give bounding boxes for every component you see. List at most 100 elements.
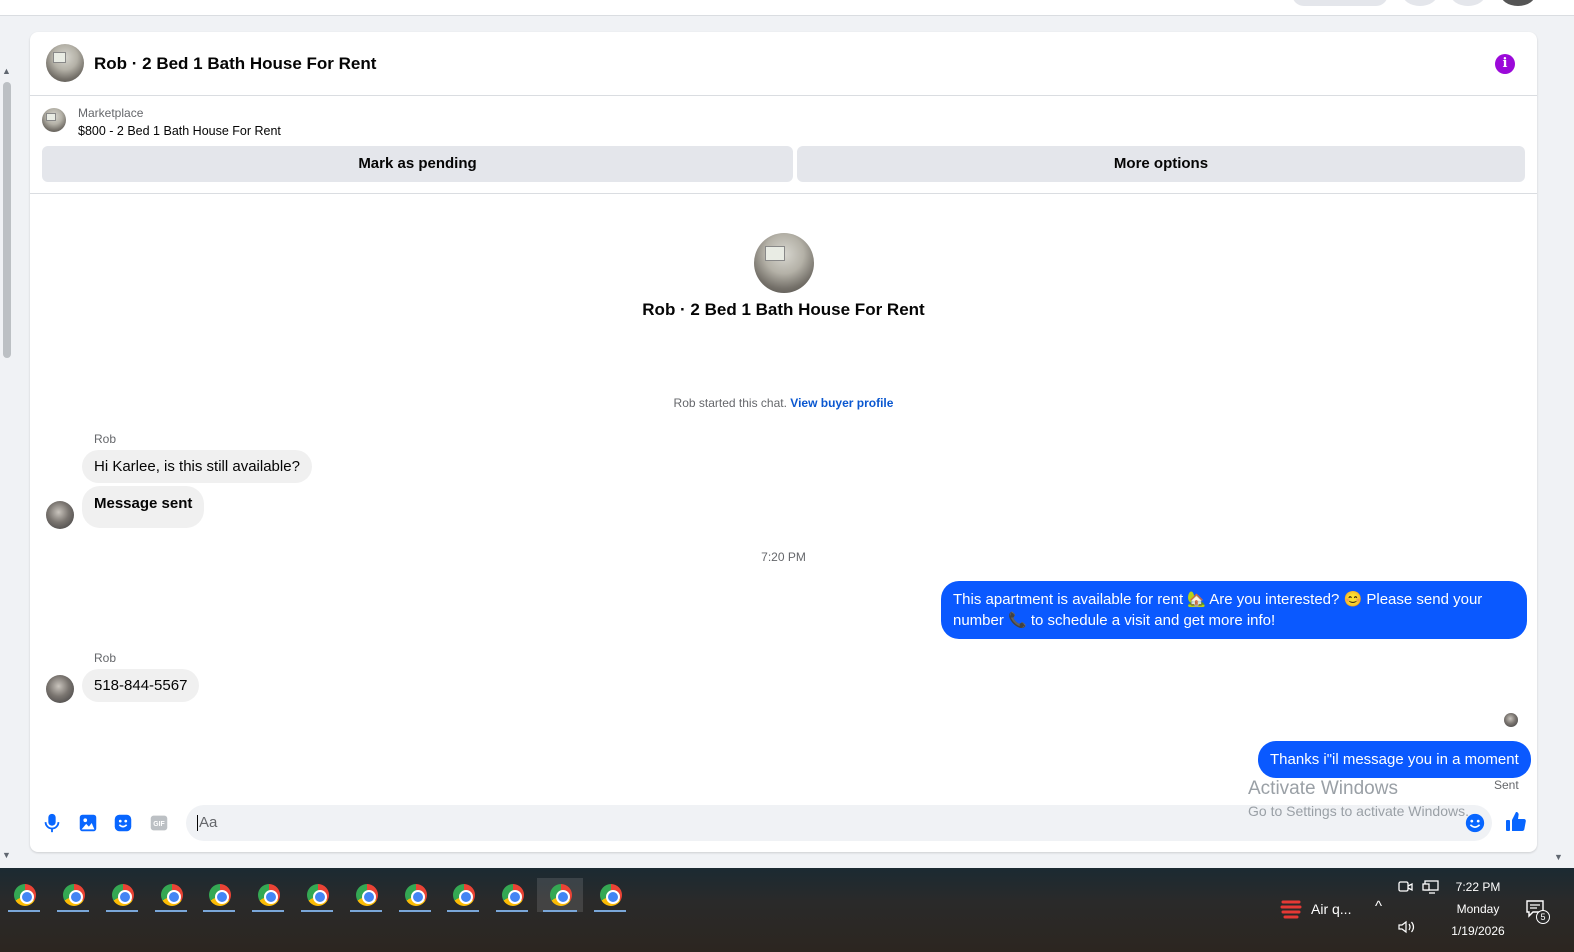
marketplace-label: Marketplace [78, 106, 144, 120]
account-avatar[interactable] [1500, 0, 1536, 6]
chrome-taskbar-icon[interactable] [248, 878, 288, 912]
scroll-down-icon[interactable]: ▼ [2, 850, 11, 860]
incoming-message[interactable]: Hi Karlee, is this still available? [82, 450, 312, 483]
chrome-icon [405, 884, 427, 906]
windows-taskbar: Air q... ^ 7:22 PM Monday 1/19/2026 5 [0, 868, 1574, 952]
running-indicator [155, 910, 187, 912]
top-bar [0, 0, 1574, 16]
network-icon[interactable] [1422, 880, 1440, 894]
chrome-icon [161, 884, 183, 906]
chat-started-text: Rob started this chat. [673, 396, 791, 410]
incoming-message[interactable]: 518-844-5567 [82, 669, 200, 702]
listing-thumbnail[interactable] [42, 108, 66, 132]
chrome-taskbar-icon[interactable] [590, 878, 630, 912]
clock-day[interactable]: Monday [1448, 902, 1508, 916]
chrome-taskbar-icon[interactable] [4, 878, 44, 912]
running-indicator [543, 910, 577, 912]
chrome-icon [356, 884, 378, 906]
chrome-taskbar-icon[interactable] [53, 878, 93, 912]
composer: GIF Aa [30, 800, 1537, 852]
chrome-icon [550, 884, 572, 906]
listing-avatar-large [754, 233, 814, 293]
outgoing-message[interactable]: This apartment is available for rent 🏡 A… [941, 581, 1527, 639]
chrome-taskbar-icon-active[interactable] [537, 878, 583, 912]
mark-pending-button[interactable]: Mark as pending [42, 146, 793, 182]
chrome-icon [63, 884, 85, 906]
conversation-avatar[interactable] [46, 44, 84, 82]
read-receipt-avatar [1504, 713, 1518, 727]
sticker-icon[interactable] [112, 812, 134, 834]
chrome-icon [453, 884, 475, 906]
outgoing-message[interactable]: Thanks i"il message you in a moment [1258, 741, 1531, 778]
message-status: Sent [1494, 778, 1519, 792]
running-indicator [252, 910, 284, 912]
clock-date[interactable]: 1/19/2026 [1440, 924, 1516, 938]
sender-avatar[interactable] [46, 501, 74, 529]
chat-panel: Rob · 2 Bed 1 Bath House For Rent i Mark… [30, 32, 1537, 852]
notification-count-badge: 5 [1536, 910, 1550, 924]
chat-header: Rob · 2 Bed 1 Bath House For Rent i [30, 32, 1537, 96]
intro-name: Rob · 2 Bed 1 Bath House For Rent [642, 300, 925, 319]
message-input[interactable]: Aa [186, 805, 1492, 841]
scroll-up-icon[interactable]: ▲ [2, 66, 11, 76]
chrome-taskbar-icon[interactable] [151, 878, 191, 912]
running-indicator [106, 910, 138, 912]
sender-name: Rob [94, 651, 117, 665]
running-indicator [203, 910, 235, 912]
chrome-taskbar-icon[interactable] [199, 878, 239, 912]
chrome-taskbar-icon[interactable] [102, 878, 142, 912]
running-indicator [399, 910, 431, 912]
notifications-circle-button[interactable] [1450, 0, 1486, 6]
chrome-taskbar-icon[interactable] [297, 878, 337, 912]
menu-circle-button[interactable] [1402, 0, 1438, 6]
scrollbar-thumb[interactable] [3, 82, 11, 358]
running-indicator [447, 910, 479, 912]
running-indicator [496, 910, 528, 912]
emoji-icon[interactable] [1464, 812, 1486, 834]
svg-text:GIF: GIF [153, 821, 164, 828]
volume-icon[interactable] [1398, 920, 1416, 934]
chrome-taskbar-icon[interactable] [395, 878, 435, 912]
message-input-placeholder: Aa [199, 814, 218, 831]
weather-label[interactable]: Air q... [1311, 901, 1351, 917]
chrome-taskbar-icon[interactable] [346, 878, 386, 912]
chrome-icon [502, 884, 524, 906]
chrome-icon [14, 884, 36, 906]
chevron-up-icon[interactable]: ^ [1375, 898, 1382, 915]
microphone-icon[interactable] [41, 812, 63, 834]
running-indicator [8, 910, 40, 912]
running-indicator [350, 910, 382, 912]
more-options-button[interactable]: More options [797, 146, 1525, 182]
text-caret [197, 815, 198, 832]
conversation-title[interactable]: Rob · 2 Bed 1 Bath House For Rent [94, 54, 376, 74]
sender-name: Rob [94, 432, 117, 446]
chrome-icon [307, 884, 329, 906]
page-scrollbar[interactable]: ▲ ▼ [0, 62, 14, 862]
chrome-icon [112, 884, 134, 906]
menu-pill[interactable] [1292, 0, 1388, 6]
chrome-taskbar-icon[interactable] [443, 878, 483, 912]
gif-icon[interactable]: GIF [148, 812, 170, 834]
listing-title[interactable]: $800 - 2 Bed 1 Bath House For Rent [78, 124, 281, 138]
running-indicator [594, 910, 626, 912]
incoming-message[interactable]: Message sent [82, 486, 205, 528]
running-indicator [301, 910, 333, 912]
sender-avatar[interactable] [46, 675, 74, 703]
chrome-icon [600, 884, 622, 906]
view-buyer-profile-link[interactable]: View buyer profile [790, 396, 893, 410]
info-icon[interactable]: i [1495, 54, 1515, 74]
watermark-title: Activate Windows [1248, 778, 1398, 799]
message-timestamp: 7:20 PM [761, 550, 806, 564]
photo-icon[interactable] [77, 812, 99, 834]
thumbs-up-icon[interactable] [1504, 810, 1528, 834]
chrome-icon [209, 884, 231, 906]
marketplace-bar: Marketplace $800 - 2 Bed 1 Bath House Fo… [30, 96, 1537, 194]
chrome-icon [258, 884, 280, 906]
chat-started-note: Rob started this chat. View buyer profil… [30, 396, 1537, 410]
chrome-taskbar-icon[interactable] [492, 878, 532, 912]
clock-time[interactable]: 7:22 PM [1448, 880, 1508, 894]
running-indicator [57, 910, 89, 912]
air-quality-icon[interactable] [1280, 896, 1302, 922]
meet-now-icon[interactable] [1398, 880, 1414, 894]
scroll-down-icon[interactable]: ▼ [1554, 852, 1563, 862]
